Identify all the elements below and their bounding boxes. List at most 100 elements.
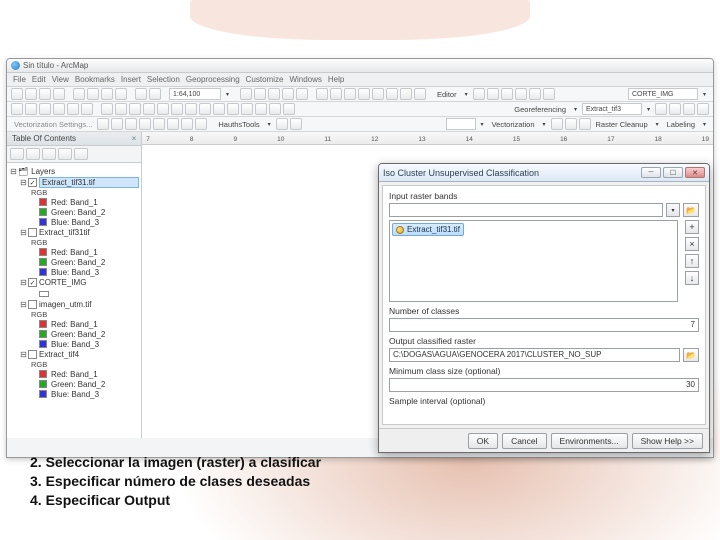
toc-close-icon[interactable]: × <box>132 134 137 143</box>
close-button[interactable]: ✕ <box>685 167 705 178</box>
tool-g[interactable] <box>330 88 342 100</box>
toc-tab-2[interactable] <box>26 148 40 160</box>
input-bands-tag[interactable]: Extract_tif31.tif <box>392 223 464 236</box>
find-button[interactable] <box>143 103 155 115</box>
layer-checkbox[interactable] <box>28 228 37 237</box>
tool-a[interactable] <box>240 88 252 100</box>
move-up-button[interactable]: ↑ <box>685 254 699 268</box>
menu-file[interactable]: File <box>13 75 26 84</box>
georef-layer-combo[interactable]: Extract_tif3 <box>582 103 642 115</box>
hauths-label[interactable]: HauthsTools <box>215 120 262 129</box>
tool-b[interactable] <box>254 88 266 100</box>
tool-i[interactable] <box>358 88 370 100</box>
maximize-button[interactable]: ☐ <box>663 167 683 178</box>
layer-row-0[interactable]: ⊟ ✓ Extract_tif31.tif <box>9 177 139 188</box>
zoom-in-button[interactable] <box>11 103 23 115</box>
tool3-g[interactable] <box>181 118 193 130</box>
expander-icon[interactable]: ⊟ <box>9 167 18 176</box>
tool2-c[interactable] <box>199 103 211 115</box>
print-button[interactable] <box>53 88 65 100</box>
identify-button[interactable] <box>115 103 127 115</box>
tool-f[interactable] <box>316 88 328 100</box>
tool2-e[interactable] <box>227 103 239 115</box>
tool-d[interactable] <box>282 88 294 100</box>
layer-checkbox[interactable] <box>28 300 37 309</box>
full-extent-button[interactable] <box>53 103 65 115</box>
editor-tool-c[interactable] <box>501 88 513 100</box>
menu-geoprocessing[interactable]: Geoprocessing <box>186 75 240 84</box>
tool3-a[interactable] <box>97 118 109 130</box>
layer-row-4[interactable]: ⊟ Extract_tif4 <box>9 349 139 360</box>
measure-button[interactable] <box>129 103 141 115</box>
minimize-button[interactable]: ─ <box>641 167 661 178</box>
tool3-h[interactable] <box>195 118 207 130</box>
menu-help[interactable]: Help <box>328 75 344 84</box>
toc-tab-3[interactable] <box>42 148 56 160</box>
output-browse-button[interactable]: 📂 <box>683 348 699 362</box>
labeling-label[interactable]: Labeling <box>664 120 698 129</box>
input-bands-combo[interactable] <box>389 203 663 217</box>
menu-edit[interactable]: Edit <box>32 75 46 84</box>
delete-button[interactable] <box>115 88 127 100</box>
labeling-drop-icon[interactable]: ▾ <box>700 118 709 130</box>
expander-icon[interactable]: ⊟ <box>19 228 28 237</box>
vect-tool-b[interactable] <box>565 118 577 130</box>
tool3-b[interactable] <box>111 118 123 130</box>
save-button[interactable] <box>39 88 51 100</box>
toc-tab-5[interactable] <box>74 148 88 160</box>
expander-icon[interactable]: ⊟ <box>19 350 28 359</box>
vectorization-label[interactable]: Vectorization <box>489 120 538 129</box>
zoom-out-button[interactable] <box>25 103 37 115</box>
menu-view[interactable]: View <box>52 75 69 84</box>
tool2-a[interactable] <box>171 103 183 115</box>
open-button[interactable] <box>25 88 37 100</box>
georef-drop-icon[interactable]: ▾ <box>571 103 580 115</box>
georef-tool-d[interactable] <box>697 103 709 115</box>
input-bands-browse-button[interactable]: 📂 <box>683 203 699 217</box>
georef-tool-b[interactable] <box>669 103 681 115</box>
input-bands-listbox[interactable]: Extract_tif31.tif <box>389 220 678 302</box>
toc-tab-1[interactable] <box>10 148 24 160</box>
tool3-i[interactable] <box>276 118 288 130</box>
editor-tool-e[interactable] <box>529 88 541 100</box>
tool3-f[interactable] <box>167 118 179 130</box>
georef-tool-a[interactable] <box>655 103 667 115</box>
layer-checkbox[interactable]: ✓ <box>28 278 37 287</box>
corte-drop-icon[interactable]: ▾ <box>700 88 709 100</box>
tool-h[interactable] <box>344 88 356 100</box>
undo-button[interactable] <box>135 88 147 100</box>
menu-customize[interactable]: Customize <box>246 75 284 84</box>
editor-label[interactable]: Editor <box>434 90 460 99</box>
tool2-f[interactable] <box>241 103 253 115</box>
raster-cleanup-label[interactable]: Raster Cleanup <box>593 120 651 129</box>
scale-drop-icon[interactable]: ▾ <box>223 88 232 100</box>
add-button[interactable]: + <box>685 220 699 234</box>
tool-c[interactable] <box>268 88 280 100</box>
editor-tool-d[interactable] <box>515 88 527 100</box>
tool2-d[interactable] <box>213 103 225 115</box>
expander-icon[interactable]: ⊟ <box>19 278 28 287</box>
expander-icon[interactable]: ⊟ <box>19 178 28 187</box>
prev-extent-button[interactable] <box>67 103 79 115</box>
copy-button[interactable] <box>87 88 99 100</box>
layer-checkbox[interactable]: ✓ <box>28 178 37 187</box>
ok-button[interactable]: OK <box>468 433 498 449</box>
georef-layer-drop-icon[interactable]: ▾ <box>644 103 653 115</box>
layer-row-3[interactable]: ⊟ imagen_utm.tif <box>9 299 139 310</box>
layer-checkbox[interactable] <box>28 350 37 359</box>
tool3-j[interactable] <box>290 118 302 130</box>
tool-l[interactable] <box>400 88 412 100</box>
select-button[interactable] <box>101 103 113 115</box>
layer-row-1[interactable]: ⊟ Extract_tif31tif <box>9 227 139 238</box>
num-classes-input[interactable]: 7 <box>389 318 699 332</box>
redo-button[interactable] <box>149 88 161 100</box>
hauths-drop-icon[interactable]: ▾ <box>265 118 274 130</box>
menu-bookmarks[interactable]: Bookmarks <box>75 75 115 84</box>
tool3-d[interactable] <box>139 118 151 130</box>
next-extent-button[interactable] <box>81 103 93 115</box>
tool2-b[interactable] <box>185 103 197 115</box>
vect-tool-c[interactable] <box>579 118 591 130</box>
cut-button[interactable] <box>73 88 85 100</box>
tree-root[interactable]: ⊟ 🗂 Layers <box>9 166 139 177</box>
georef-tool-c[interactable] <box>683 103 695 115</box>
